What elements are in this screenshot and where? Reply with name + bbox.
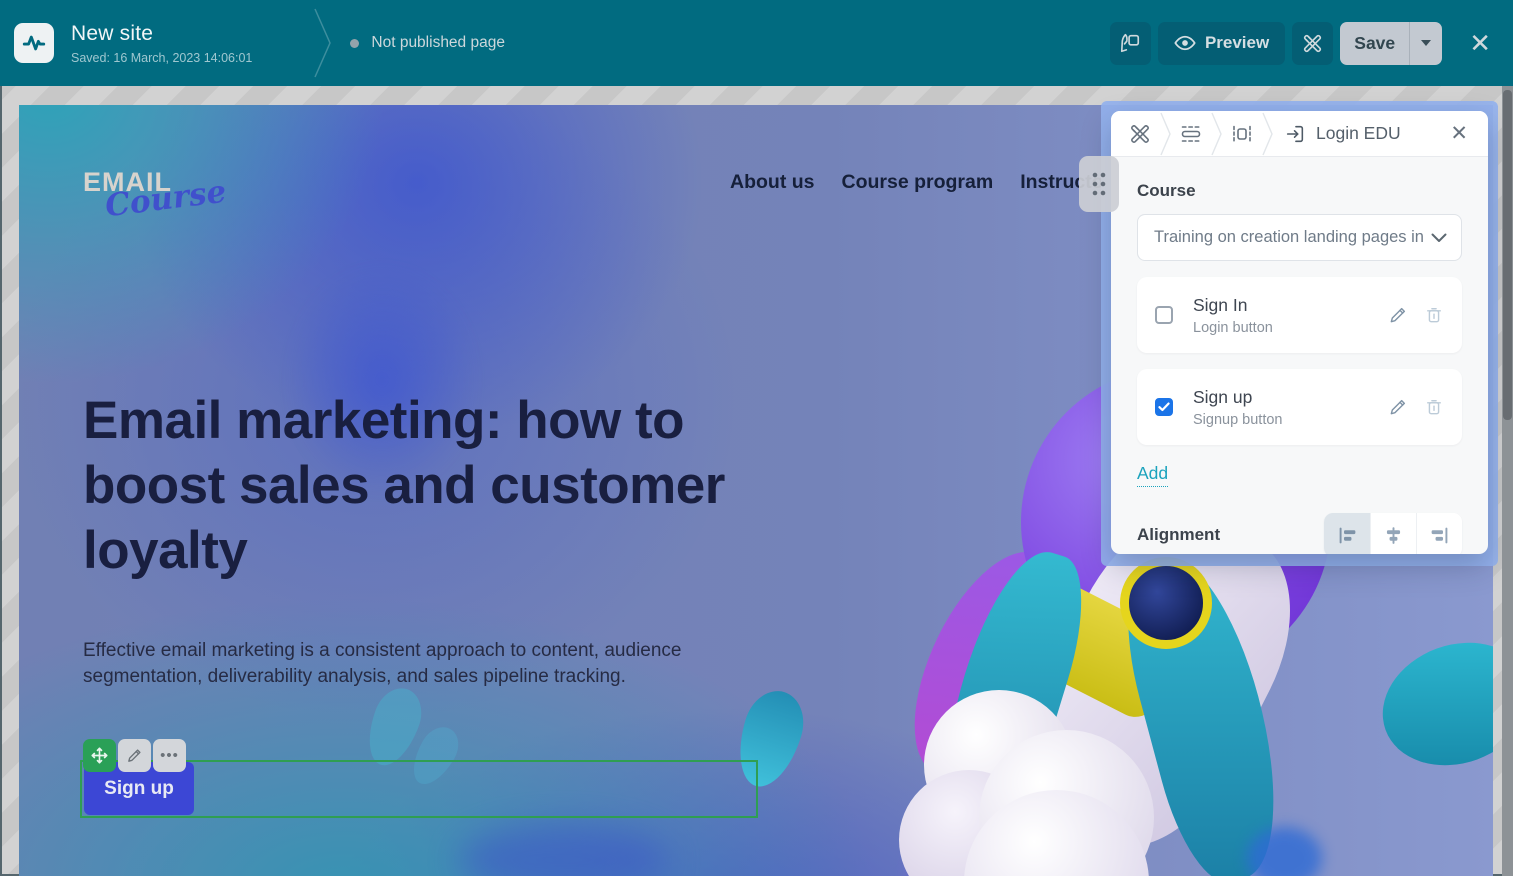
item-subtitle: Login button bbox=[1193, 320, 1273, 336]
login-icon bbox=[1284, 123, 1306, 145]
preview-label: Preview bbox=[1205, 33, 1269, 53]
trash-icon[interactable] bbox=[1424, 305, 1444, 325]
trash-icon[interactable] bbox=[1424, 397, 1444, 417]
save-dropdown-button[interactable] bbox=[1409, 22, 1442, 65]
hero-paragraph: Effective email marketing is a consisten… bbox=[83, 638, 688, 690]
align-right-button[interactable] bbox=[1416, 513, 1462, 554]
ellipsis-icon: ••• bbox=[160, 748, 179, 763]
item-actions bbox=[1388, 397, 1444, 417]
site-title-block: New site Saved: 16 March, 2023 14:06:01 bbox=[71, 22, 252, 65]
pencil-icon[interactable] bbox=[1388, 397, 1408, 417]
style-pen-icon bbox=[1119, 32, 1141, 54]
chevron-separator bbox=[312, 7, 334, 79]
eye-icon bbox=[1174, 35, 1196, 51]
decor-streak bbox=[459, 825, 669, 876]
course-label: Course bbox=[1137, 181, 1462, 201]
panel-drag-handle[interactable] bbox=[1079, 156, 1119, 212]
align-right-icon bbox=[1429, 525, 1450, 546]
save-button[interactable]: Save bbox=[1340, 22, 1409, 65]
course-select-value: Training on creation landing pages in bbox=[1154, 228, 1431, 247]
panel-body: Course Training on creation landing page… bbox=[1111, 157, 1488, 554]
chevron-down-icon bbox=[1431, 233, 1447, 243]
status-text: Not published page bbox=[371, 34, 505, 52]
alignment-button-group bbox=[1324, 513, 1462, 554]
page-settings-button[interactable] bbox=[1292, 22, 1333, 65]
saved-timestamp: Saved: 16 March, 2023 14:06:01 bbox=[71, 51, 252, 65]
breadcrumb-section-icon[interactable] bbox=[1176, 122, 1206, 146]
item-actions bbox=[1388, 305, 1444, 325]
align-left-icon bbox=[1337, 525, 1358, 546]
style-settings-button[interactable] bbox=[1110, 22, 1151, 65]
edit-element-button[interactable] bbox=[118, 739, 151, 772]
publish-status: Not published page bbox=[350, 34, 505, 52]
breadcrumb-chevron bbox=[1159, 112, 1172, 156]
align-center-icon bbox=[1383, 525, 1404, 546]
element-toolbar: ••• bbox=[83, 739, 186, 772]
site-builder-window: New site Saved: 16 March, 2023 14:06:01 … bbox=[0, 0, 1513, 876]
align-center-button[interactable] bbox=[1370, 513, 1416, 554]
nav-course-program[interactable]: Course program bbox=[841, 171, 993, 194]
signup-checkbox[interactable] bbox=[1155, 398, 1173, 416]
pulse-icon[interactable] bbox=[14, 23, 54, 63]
alignment-row: Alignment bbox=[1137, 513, 1462, 554]
caret-down-icon bbox=[1421, 40, 1431, 46]
breadcrumb-current: Login EDU bbox=[1284, 123, 1401, 145]
breadcrumb-tools-icon[interactable] bbox=[1125, 122, 1155, 146]
move-icon bbox=[90, 746, 109, 765]
item-title: Sign In bbox=[1193, 295, 1273, 316]
breadcrumb-chevron bbox=[1261, 112, 1274, 156]
nav-about-us[interactable]: About us bbox=[730, 171, 814, 194]
site-logo[interactable]: EMAIL Course bbox=[83, 163, 303, 233]
more-options-button[interactable]: ••• bbox=[153, 739, 186, 772]
settings-panel-wrapper: Login EDU ✕ Course Training on creation … bbox=[1101, 101, 1498, 566]
scrollbar-thumb[interactable] bbox=[1503, 90, 1512, 420]
status-dot-icon bbox=[350, 39, 359, 48]
pencil-icon[interactable] bbox=[1388, 305, 1408, 325]
login-button-item: Sign In Login button bbox=[1137, 277, 1462, 353]
breadcrumb-chevron bbox=[1210, 112, 1223, 156]
rocket-porthole bbox=[1120, 557, 1212, 649]
site-title: New site bbox=[71, 22, 252, 46]
drag-dots-icon bbox=[1090, 170, 1108, 198]
crossed-tools-icon bbox=[1301, 32, 1324, 55]
move-button[interactable] bbox=[83, 739, 116, 772]
item-texts: Sign In Login button bbox=[1193, 295, 1273, 336]
item-texts: Sign up Signup button bbox=[1193, 387, 1283, 428]
close-editor-button[interactable]: ✕ bbox=[1461, 26, 1499, 60]
signin-checkbox[interactable] bbox=[1155, 306, 1173, 324]
panel-title: Login EDU bbox=[1316, 123, 1401, 144]
decor-blue-blob bbox=[1247, 827, 1322, 876]
decor-teal-disk bbox=[1365, 623, 1493, 786]
breadcrumb-block-icon[interactable] bbox=[1227, 122, 1257, 146]
settings-panel: Login EDU ✕ Course Training on creation … bbox=[1111, 111, 1488, 554]
topbar-actions: Preview Save ✕ bbox=[1110, 22, 1499, 65]
topbar: New site Saved: 16 March, 2023 14:06:01 … bbox=[0, 0, 1513, 86]
alignment-label: Alignment bbox=[1137, 525, 1220, 545]
preview-button[interactable]: Preview bbox=[1158, 22, 1285, 65]
hero-heading: Email marketing: how to boost sales and … bbox=[83, 388, 728, 584]
panel-close-button[interactable]: ✕ bbox=[1444, 119, 1474, 148]
item-title: Sign up bbox=[1193, 387, 1283, 408]
panel-breadcrumb: Login EDU ✕ bbox=[1111, 111, 1488, 157]
page-nav: About us Course program Instructors bbox=[730, 171, 1122, 194]
item-subtitle: Signup button bbox=[1193, 412, 1283, 428]
add-button-link[interactable]: Add bbox=[1137, 463, 1168, 487]
save-button-group: Save bbox=[1340, 22, 1442, 65]
signup-button-item: Sign up Signup button bbox=[1137, 369, 1462, 445]
align-left-button[interactable] bbox=[1324, 513, 1370, 554]
scrollbar[interactable] bbox=[1502, 86, 1513, 876]
course-select[interactable]: Training on creation landing pages in bbox=[1137, 214, 1462, 261]
pencil-icon bbox=[126, 747, 143, 764]
